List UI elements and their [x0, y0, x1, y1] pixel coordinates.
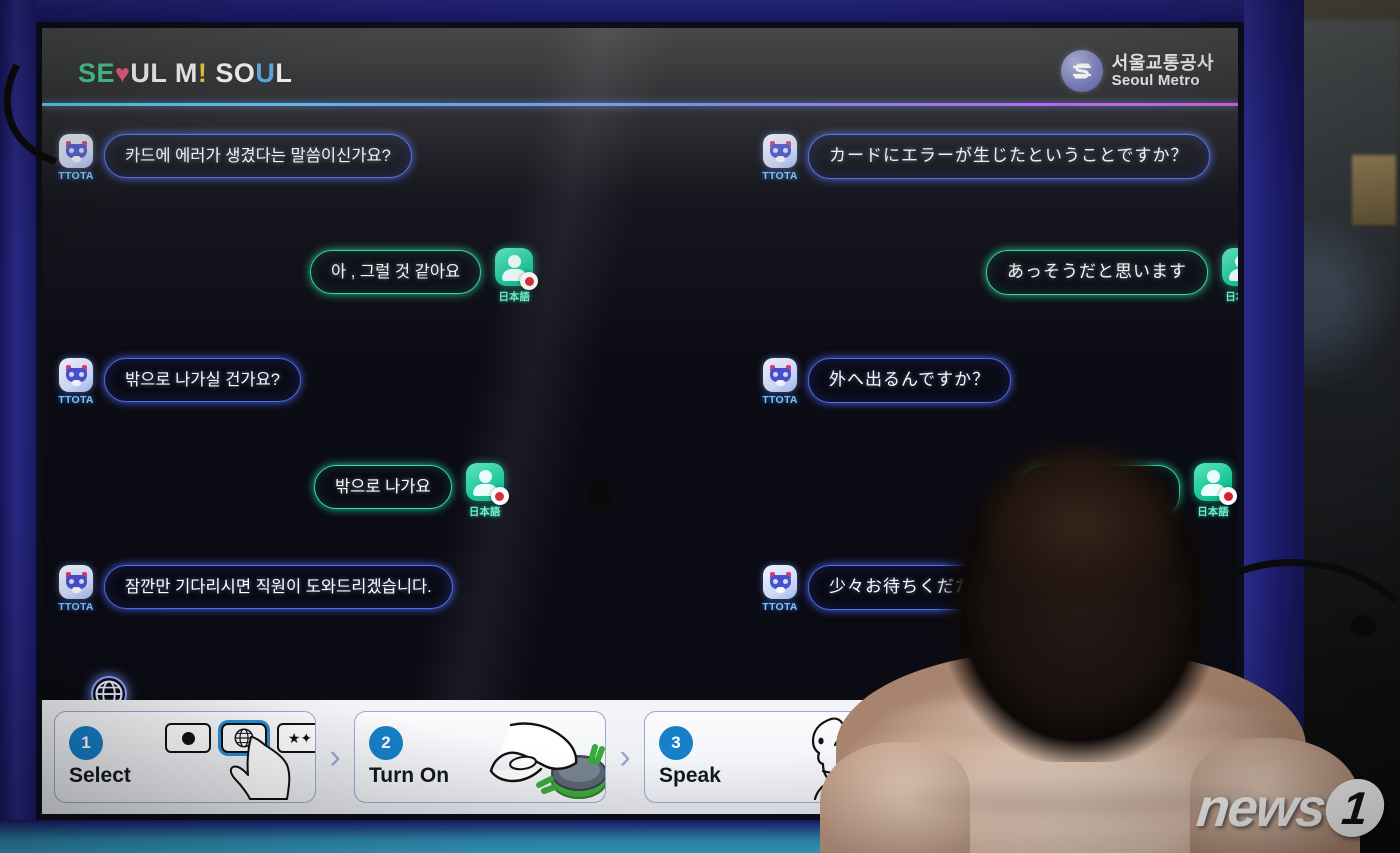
chat-row-bot-2: TTOTA 밖으로 나가실 건가요?: [56, 358, 301, 406]
chat-column-korean: TTOTA 카드에 에러가 생겼다는 말씀이신가요? 아 , 그럴 것 같아요 …: [42, 110, 640, 690]
avatar-ttota: TTOTA: [760, 134, 800, 182]
step-separator-2: ›: [619, 738, 631, 776]
chat-bubble-bot: 잠깐만 기다리시면 직원이 도와드리겠습니다.: [104, 565, 453, 610]
step-3-label-group: 3 Speak: [659, 726, 755, 788]
step-1-number: 1: [69, 726, 103, 760]
user-language-label: 日本語: [1225, 291, 1238, 303]
ttota-mascot-icon: [763, 358, 797, 392]
news1-word: news: [1193, 778, 1328, 838]
news1-digit: 1: [1322, 779, 1388, 837]
avatar-user: 日本語: [1218, 248, 1238, 304]
ttota-mascot-icon: [59, 358, 93, 392]
chat-bubble-bot: 外へ出るんですか？: [808, 358, 1012, 403]
step-3-illustration: [755, 713, 881, 801]
header-divider: [42, 103, 1238, 106]
avatar-ttota: TTOTA: [56, 358, 96, 406]
japan-flag-icon: [1219, 487, 1237, 505]
step-1-label-group: 1 Select: [69, 726, 165, 788]
chat-row-user-2: 日本語: [1020, 463, 1237, 519]
chat-row-user-2: 밖으로 나가요 日本語: [314, 463, 509, 519]
user-language-label: 日本語: [498, 291, 530, 303]
step-separator-1: ›: [329, 738, 341, 776]
kiosk-scene: SE♥UL M! SOUL 서울교통공사 Seoul Metro TTOTA 카…: [0, 0, 1400, 853]
chat-bubble-user: 밖으로 나가요: [314, 465, 452, 510]
avatar-user: 日本語: [462, 463, 509, 519]
hand-pressing-button-icon: [489, 722, 605, 799]
kiosk-frame-bottom: [0, 820, 1304, 853]
chat-bubble-user: 아 , 그럴 것 같아요: [310, 250, 482, 295]
ttota-mascot-icon: [763, 565, 797, 599]
seoul-metro-logo: 서울교통공사 Seoul Metro: [1060, 50, 1214, 92]
step-3-speak[interactable]: 3 Speak: [644, 711, 896, 803]
japan-flag-icon: [520, 272, 539, 290]
microphone-head-right: [1350, 615, 1376, 637]
chat-column-japanese: TTOTA カードにエラーが生じたということですか？ あっそうだと思います 日本…: [640, 110, 1238, 690]
ttota-label: TTOTA: [762, 170, 798, 182]
step-3-text: Speak: [659, 764, 721, 787]
chat-row-bot-2: TTOTA 外へ出るんですか？: [760, 358, 1012, 406]
chat-bubble-bot: カードにエラーが生じたということですか？: [808, 134, 1210, 179]
smile-icon: U: [255, 58, 276, 88]
instruction-steps-bar: 1 Select ★✦ › 2 Turn On › 3 Speak: [42, 700, 1238, 814]
avatar-user: 日本語: [491, 248, 539, 304]
ttota-label: TTOTA: [762, 394, 798, 406]
chat-bubble-bot: 少々お待ちくだたします。: [808, 565, 1188, 610]
step-2-label-group: 2 Turn On: [369, 726, 465, 788]
step-1-text: Select: [69, 764, 131, 787]
step-2-number: 2: [369, 726, 403, 760]
ttota-label: TTOTA: [58, 394, 94, 406]
background-poster: [1352, 155, 1396, 225]
ttota-mascot-icon: [763, 134, 797, 168]
ttota-label: TTOTA: [762, 601, 798, 613]
step-1-select[interactable]: 1 Select ★✦: [54, 711, 316, 803]
user-avatar-icon: [1194, 463, 1237, 505]
metro-mark-icon: [1060, 50, 1103, 92]
chat-row-bot-3: TTOTA 少々お待ちくだたします。: [760, 565, 1188, 613]
user-avatar-icon: [465, 463, 509, 505]
metro-name-korean: 서울교통공사: [1111, 52, 1214, 73]
language-option-dot: [165, 723, 211, 753]
user-avatar-icon: [495, 248, 539, 290]
news1-watermark: news 1: [1193, 777, 1388, 839]
user-language-label: 日本語: [1197, 506, 1229, 518]
step-2-text: Turn On: [369, 764, 450, 787]
chat-row-user-1: あっそうだと思います 日本語: [986, 248, 1238, 304]
chat-row-user-1: 아 , 그럴 것 같아요 日本語: [310, 248, 539, 304]
logo-l: L: [275, 58, 293, 88]
chat-area: TTOTA 카드에 에러가 생겼다는 말씀이신가요? 아 , 그럴 것 같아요 …: [42, 110, 1238, 690]
step-2-turn-on[interactable]: 2 Turn On: [354, 711, 606, 803]
chat-bubble-user: あっそうだと思います: [986, 250, 1208, 295]
chat-bubble-bot: 밖으로 나가실 건가요?: [104, 358, 301, 403]
step-2-illustration: [465, 713, 605, 801]
avatar-user: 日本語: [1190, 463, 1237, 519]
japan-flag-icon: [490, 487, 509, 505]
ttota-label: TTOTA: [58, 601, 94, 613]
kiosk-frame-right: [1244, 0, 1304, 838]
chat-row-bot-3: TTOTA 잠깐만 기다리시면 직원이 도와드리겠습니다.: [56, 565, 453, 613]
ttota-label: TTOTA: [58, 170, 94, 182]
speaking-face-icon: [811, 717, 865, 801]
metro-name-english: Seoul Metro: [1111, 71, 1200, 89]
pointing-hand-icon: [229, 736, 291, 800]
user-avatar-icon: [1222, 248, 1238, 286]
chat-bubble-user: [1020, 465, 1180, 517]
avatar-ttota: TTOTA: [56, 565, 96, 613]
chat-row-bot-1: TTOTA カードにエラーが生じたということですか？: [760, 134, 1210, 182]
step-3-number: 3: [659, 726, 693, 760]
metro-text: 서울교통공사 Seoul Metro: [1111, 52, 1214, 89]
ttota-mascot-icon: [59, 565, 93, 599]
step-1-illustration: ★✦: [165, 713, 315, 801]
translation-display: SE♥UL M! SOUL 서울교통공사 Seoul Metro TTOTA 카…: [42, 28, 1238, 814]
avatar-ttota: TTOTA: [760, 358, 800, 406]
user-language-label: 日本語: [468, 506, 501, 518]
avatar-ttota: TTOTA: [760, 565, 800, 613]
